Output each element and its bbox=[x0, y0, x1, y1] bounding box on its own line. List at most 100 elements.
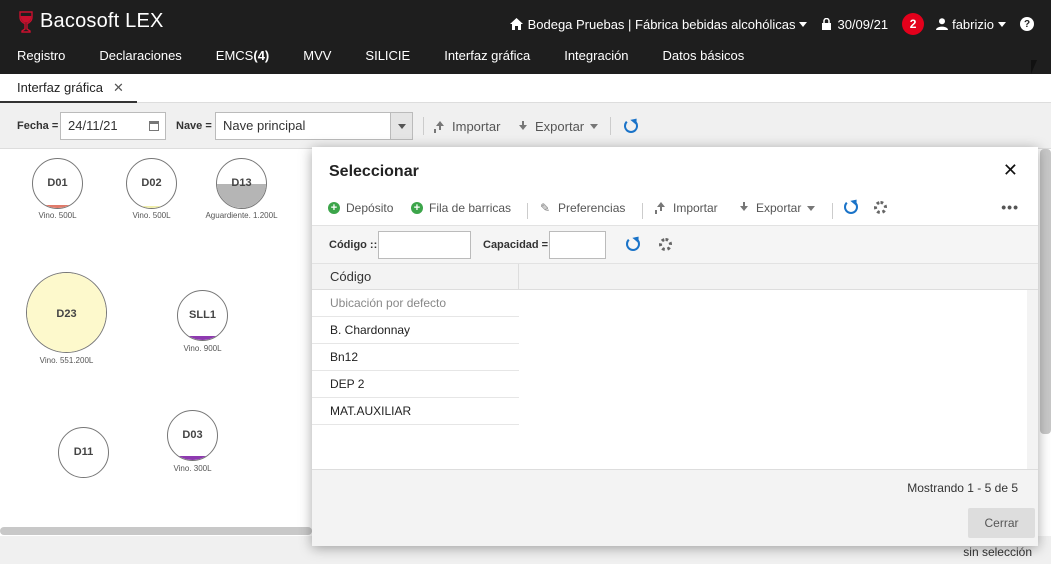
download-icon bbox=[738, 202, 750, 214]
horizontal-scrollbar[interactable] bbox=[0, 527, 312, 535]
tank-d11[interactable]: D11 bbox=[58, 427, 109, 478]
wrench-icon: ✎ bbox=[540, 201, 551, 215]
fecha-input[interactable]: 24/11/21 bbox=[60, 112, 166, 140]
filter-bar: Código :: Capacidad = bbox=[312, 225, 1038, 264]
tank-d23[interactable]: D23 bbox=[26, 272, 107, 353]
menu-emcs[interactable]: EMCS(4) bbox=[199, 48, 286, 63]
plus-icon: + bbox=[411, 202, 423, 214]
menu-silicie[interactable]: SILICIE bbox=[348, 48, 427, 63]
importar-button[interactable]: Importar bbox=[434, 119, 500, 134]
tank-d02[interactable]: D02 bbox=[126, 158, 177, 209]
importar-label: Importar bbox=[452, 119, 501, 134]
selection-status: sin selección bbox=[963, 545, 1032, 559]
calendar-icon[interactable] bbox=[149, 121, 159, 131]
dialog-actions: + Depósito + Fila de barricas ✎ Preferen… bbox=[312, 197, 1038, 219]
dialog-title: Seleccionar bbox=[329, 163, 419, 180]
menu-registro[interactable]: Registro bbox=[0, 48, 82, 63]
exportar-button[interactable]: Exportar bbox=[517, 119, 599, 134]
column-header-codigo[interactable]: Código bbox=[312, 264, 519, 290]
add-fila-button[interactable]: + Fila de barricas bbox=[411, 201, 511, 215]
tank-name: SLL1 bbox=[189, 309, 216, 321]
table-row[interactable]: MAT.AUXILIAR bbox=[312, 398, 519, 425]
menu-interfaz-grafica[interactable]: Interfaz gráfica bbox=[427, 48, 547, 63]
chevron-down-icon bbox=[807, 205, 816, 211]
dialog-exportar-button[interactable]: Exportar bbox=[738, 201, 816, 215]
tank-d13[interactable]: D13 bbox=[216, 158, 267, 209]
bodega-selector[interactable]: Bodega Pruebas | Fábrica bebidas alcohól… bbox=[509, 16, 808, 32]
dialog-refresh-button[interactable] bbox=[844, 200, 858, 214]
menu-emcs-label: EMCS bbox=[215, 48, 254, 63]
tank-d01[interactable]: D01 bbox=[32, 158, 83, 209]
close-icon[interactable]: ✕ bbox=[1003, 160, 1018, 181]
gear-icon bbox=[659, 238, 672, 251]
refresh-icon bbox=[624, 119, 638, 133]
tank-sll1[interactable]: SLL1 bbox=[177, 290, 228, 341]
codigo-filter-input[interactable] bbox=[378, 231, 471, 259]
top-header: Bacosoft LEX Bodega Pruebas | Fábrica be… bbox=[0, 0, 1051, 74]
importar-label: Importar bbox=[673, 201, 718, 215]
capacidad-filter-label: Capacidad = bbox=[483, 239, 549, 251]
capacidad-filter-input[interactable] bbox=[549, 231, 606, 259]
fecha-label: Fecha = bbox=[17, 120, 59, 132]
tab-bar: Interfaz gráfica ✕ bbox=[0, 74, 1051, 103]
tank-fill bbox=[168, 456, 217, 460]
toolbar-divider bbox=[832, 203, 833, 219]
gear-icon bbox=[874, 201, 887, 214]
toolbar-divider bbox=[610, 117, 611, 135]
add-deposito-button[interactable]: + Depósito bbox=[328, 201, 393, 215]
menu-datos-basicos[interactable]: Datos básicos bbox=[646, 48, 762, 63]
filter-settings-button[interactable] bbox=[659, 238, 672, 251]
upload-icon bbox=[655, 202, 667, 214]
tank-capacity: Aguardiente. 1.200L bbox=[205, 211, 278, 220]
nave-label: Nave = bbox=[176, 120, 212, 132]
table-row[interactable]: DEP 2 bbox=[312, 371, 519, 398]
menu-declaraciones[interactable]: Declaraciones bbox=[82, 48, 198, 63]
table-row[interactable]: Ubicación por defecto bbox=[312, 290, 519, 317]
grid-scrollbar[interactable] bbox=[1027, 290, 1038, 469]
home-icon bbox=[509, 18, 523, 30]
help-icon[interactable]: ? bbox=[1020, 17, 1034, 31]
menu-emcs-count: (4) bbox=[253, 48, 270, 63]
menu-mvv[interactable]: MVV bbox=[286, 48, 348, 63]
vertical-scrollbar[interactable] bbox=[1040, 149, 1051, 434]
chevron-down-icon bbox=[998, 21, 1006, 27]
toolbar-divider bbox=[642, 203, 643, 219]
tank-capacity: Vino. 300L bbox=[173, 464, 212, 473]
tank-name: D02 bbox=[141, 177, 162, 189]
table-row[interactable]: Bn12 bbox=[312, 344, 519, 371]
dialog-settings-button[interactable] bbox=[874, 201, 887, 214]
menu-integracion[interactable]: Integración bbox=[547, 48, 645, 63]
user-name: fabrizio bbox=[952, 16, 994, 32]
refresh-icon bbox=[626, 237, 640, 251]
chevron-down-icon[interactable] bbox=[390, 113, 412, 139]
tank-name: D11 bbox=[73, 446, 94, 458]
table-row[interactable]: B. Chardonnay bbox=[312, 317, 519, 344]
refresh-button[interactable] bbox=[624, 119, 638, 133]
lock-date-label: 30/09/21 bbox=[837, 16, 889, 32]
filter-refresh-button[interactable] bbox=[626, 237, 640, 251]
more-options-icon[interactable]: ••• bbox=[1001, 199, 1019, 215]
grid-body: Ubicación por defecto B. Chardonnay Bn12… bbox=[312, 290, 1027, 469]
dialog-importar-button[interactable]: Importar bbox=[655, 201, 718, 215]
refresh-icon bbox=[844, 200, 858, 214]
header-right: Bodega Pruebas | Fábrica bebidas alcohól… bbox=[509, 12, 1051, 36]
cerrar-button[interactable]: Cerrar bbox=[968, 508, 1035, 538]
nave-select[interactable]: Nave principal bbox=[215, 112, 413, 140]
preferencias-button[interactable]: ✎ Preferencias bbox=[540, 201, 625, 215]
tank-name: D13 bbox=[231, 177, 252, 189]
lock-date[interactable]: 30/09/21 bbox=[821, 17, 888, 32]
tank-fill bbox=[127, 206, 176, 208]
plus-icon: + bbox=[328, 202, 340, 214]
bodega-label: Bodega Pruebas | Fábrica bebidas alcohól… bbox=[527, 16, 796, 32]
tank-capacity: Vino. 500L bbox=[38, 211, 77, 220]
tank-d03[interactable]: D03 bbox=[167, 410, 218, 461]
dialog-footer: Mostrando 1 - 5 de 5 Cerrar bbox=[312, 469, 1038, 546]
exportar-label: Exportar bbox=[756, 201, 802, 215]
fecha-value: 24/11/21 bbox=[68, 118, 118, 133]
notification-badge[interactable]: 2 bbox=[902, 13, 925, 35]
tab-interfaz-grafica[interactable]: Interfaz gráfica ✕ bbox=[0, 74, 137, 103]
toolbar-divider bbox=[423, 117, 424, 135]
close-icon[interactable]: ✕ bbox=[113, 80, 124, 96]
brand[interactable]: Bacosoft LEX bbox=[18, 10, 164, 33]
user-menu[interactable]: fabrizio bbox=[936, 17, 1006, 32]
